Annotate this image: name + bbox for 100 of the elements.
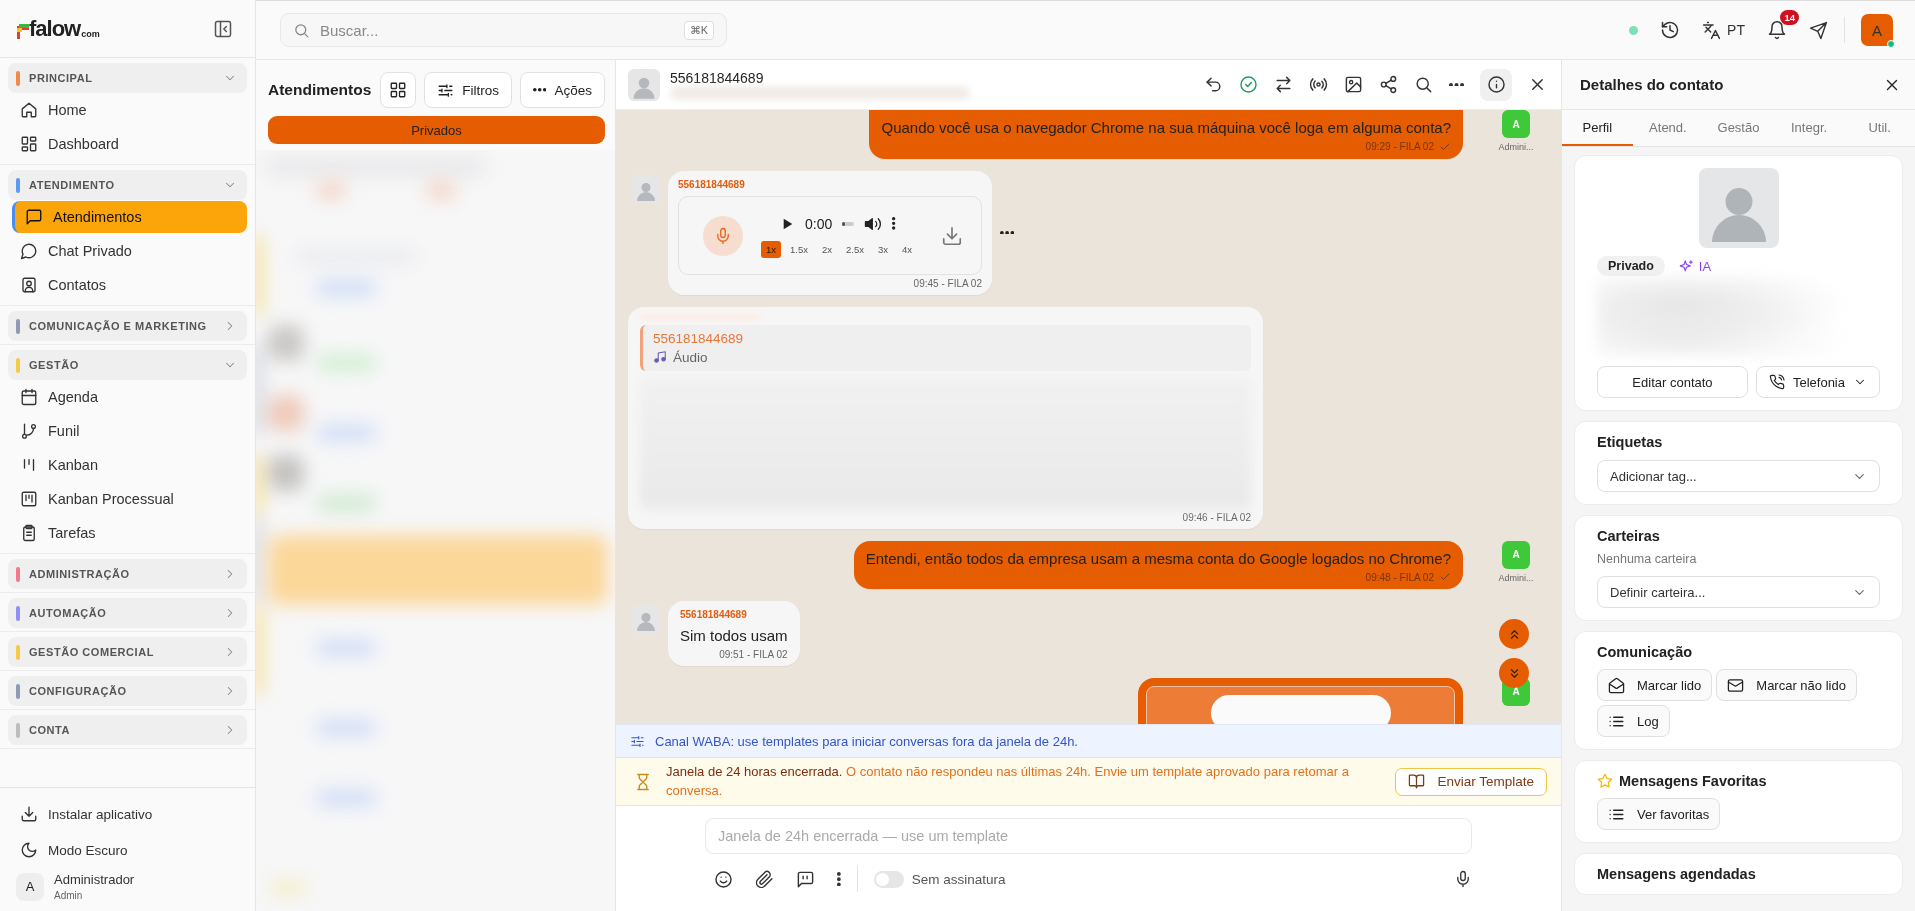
speed-option[interactable]: 3x <box>873 240 894 258</box>
scroll-up-button[interactable] <box>1499 619 1529 649</box>
section-header[interactable]: CONTA <box>8 715 247 745</box>
speed-option[interactable]: 2x <box>817 240 838 258</box>
action-button[interactable]: Log <box>1597 705 1670 737</box>
send-template-button[interactable]: Enviar Template <box>1395 767 1547 796</box>
contact-name: 556181844689 <box>670 69 765 86</box>
sidebar-action[interactable]: Modo Escuro <box>8 832 247 868</box>
telephony-button[interactable]: Telefonia <box>1755 366 1880 398</box>
section-header[interactable]: GESTÃO COMERCIAL <box>8 637 247 667</box>
filter-tab[interactable]: Privados <box>268 116 605 144</box>
nav-item[interactable]: Home <box>8 93 247 127</box>
actions-button[interactable]: Ações <box>520 72 605 108</box>
speed-option[interactable]: 4x <box>897 240 918 258</box>
message-input[interactable]: Janela de 24h encerrada — use um template <box>705 818 1472 854</box>
nav-item[interactable]: Funil <box>8 414 247 448</box>
tab[interactable]: Gestão <box>1703 110 1774 146</box>
hourglass-icon <box>634 772 652 791</box>
agent-name: Admini... <box>1498 572 1534 583</box>
quick-reply-icon[interactable] <box>796 869 815 889</box>
dropdown-field[interactable]: Definir carteira... <box>1597 576 1880 608</box>
section-header[interactable]: GESTÃO <box>8 350 247 380</box>
agent-avatar: A <box>1502 540 1530 569</box>
section-title: Comunicação <box>1597 644 1693 660</box>
search-icon <box>293 21 310 39</box>
nav-item[interactable]: Contatos <box>8 268 247 302</box>
filters-button[interactable]: Filtros <box>424 72 512 108</box>
broadcast-icon[interactable] <box>1308 75 1328 94</box>
info-button[interactable] <box>1480 68 1512 101</box>
section-header[interactable]: AUTOMAÇÃO <box>8 598 247 628</box>
window-closed-notice: Janela de 24 horas encerrada. O contato não respondeu nas últimas 24h. Envie um template aprovado para retomar a conversa. <box>666 762 1350 800</box>
send-icon[interactable] <box>1809 20 1828 40</box>
image-icon[interactable] <box>1343 75 1363 94</box>
sliders-icon <box>437 81 455 99</box>
sidebar-action[interactable]: Instalar aplicativo <box>8 796 247 832</box>
bell-icon[interactable] <box>1767 20 1787 40</box>
speed-option[interactable]: 2.5x <box>841 240 870 258</box>
resolve-icon[interactable] <box>1238 75 1258 94</box>
transfer-icon[interactable] <box>1273 75 1293 94</box>
audio-time: 0:00 <box>805 215 833 232</box>
section-header[interactable]: CONFIGURAÇÃO <box>8 676 247 706</box>
nav-item[interactable]: Tarefas <box>8 516 247 550</box>
speed-option[interactable]: 1x <box>761 240 782 258</box>
more-icon[interactable] <box>1000 230 1015 235</box>
search-icon[interactable] <box>1413 75 1433 94</box>
more-icon[interactable] <box>1448 82 1464 87</box>
nav-item[interactable]: Kanban <box>8 448 247 482</box>
dropdown-field[interactable]: Adicionar tag... <box>1597 460 1880 492</box>
action-button[interactable]: Marcar não lido <box>1716 669 1857 701</box>
logo-suffix: com <box>81 28 100 39</box>
section-header[interactable]: ADMINISTRAÇÃO <box>8 559 247 589</box>
search-input[interactable]: Buscar... <box>318 20 676 40</box>
section-header[interactable]: PRINCIPAL <box>8 63 247 93</box>
emoji-icon[interactable] <box>714 869 733 889</box>
tab[interactable]: Integr. <box>1773 110 1845 146</box>
incoming-message: 556181844689 0:00 1x 1.5x 2x 2.5x 3x 4x 09:45 - FILA 02 <box>668 170 992 295</box>
clipboard-icon <box>20 524 38 542</box>
edit-contact-button[interactable]: Editar contato <box>1597 366 1748 398</box>
star-icon <box>1597 773 1613 789</box>
search-field[interactable]: Buscar... ⌘K <box>280 13 727 47</box>
nav-item[interactable]: Atendimentos <box>12 201 247 233</box>
tab[interactable]: Atend. <box>1632 110 1704 146</box>
nav-item[interactable]: Kanban Processual <box>8 482 247 516</box>
paperclip-icon[interactable] <box>755 869 774 889</box>
section-header[interactable]: COMUNICAÇÃO E MARKETING <box>8 311 247 341</box>
scroll-down-button[interactable] <box>1499 658 1529 688</box>
open-envelope-icon <box>1608 676 1625 694</box>
signature-toggle[interactable] <box>873 870 904 888</box>
nav-item[interactable]: Chat Privado <box>8 234 247 268</box>
speed-option[interactable]: 1.5x <box>785 240 813 258</box>
contact-card-icon <box>20 276 38 294</box>
share-icon[interactable] <box>1378 75 1398 94</box>
logo-text: falow <box>29 17 81 40</box>
action-button[interactable]: Marcar lido <box>1597 669 1713 701</box>
message-time: 09:29 - FILA 02 <box>1365 141 1434 152</box>
section-title: Etiquetas <box>1597 434 1663 450</box>
download-icon[interactable] <box>941 225 963 247</box>
nav-item[interactable]: Agenda <box>8 380 247 414</box>
music-note-icon <box>653 350 667 364</box>
agent-name: Admini... <box>1498 142 1534 152</box>
envelope-icon <box>1727 676 1745 694</box>
more-icon[interactable] <box>837 871 841 887</box>
section-header[interactable]: ATENDIMENTO <box>8 170 247 200</box>
history-icon[interactable] <box>1660 20 1681 40</box>
calendar-icon <box>20 388 38 406</box>
more-icon[interactable] <box>892 217 896 230</box>
message-time: 09:51 - FILA 02 <box>719 648 788 660</box>
collapse-sidebar-icon[interactable] <box>213 18 233 39</box>
branch-icon <box>20 422 38 440</box>
sliders-icon <box>630 733 645 749</box>
account-avatar[interactable]: A <box>1861 14 1893 46</box>
section-title: Mensagens agendadas <box>1597 866 1756 882</box>
info-icon <box>1486 75 1506 94</box>
action-button[interactable]: Ver favoritas <box>1597 798 1721 830</box>
tab[interactable]: Util. <box>1844 110 1915 146</box>
grid-view-button[interactable] <box>380 72 417 108</box>
nav-item[interactable]: Dashboard <box>8 127 247 161</box>
language-button[interactable]: PT <box>1702 20 1745 40</box>
list-title: Atendimentos <box>268 81 373 99</box>
microphone-icon[interactable] <box>1454 870 1472 888</box>
